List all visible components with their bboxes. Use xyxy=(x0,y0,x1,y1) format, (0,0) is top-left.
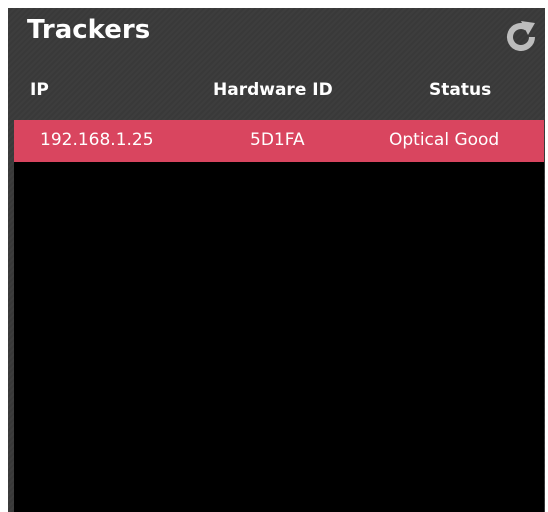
cell-ip: 192.168.1.25 xyxy=(40,130,154,150)
table-header: IP Hardware ID Status xyxy=(8,74,545,104)
column-header-status: Status xyxy=(429,80,492,100)
cell-hardware-id: 5D1FA xyxy=(250,130,305,150)
cell-status: Optical Good xyxy=(389,130,500,150)
refresh-icon xyxy=(501,17,541,57)
panel-title: Trackers xyxy=(27,15,151,45)
trackers-panel: Trackers IP Hardware ID Status 192.168.1… xyxy=(8,8,545,512)
column-header-ip: IP xyxy=(30,80,49,100)
tracker-list[interactable]: 192.168.1.25 5D1FA Optical Good xyxy=(14,120,544,512)
refresh-button[interactable] xyxy=(501,17,541,57)
table-row[interactable]: 192.168.1.25 5D1FA Optical Good xyxy=(14,120,544,162)
panel-header: Trackers xyxy=(8,8,545,60)
column-header-hardware-id: Hardware ID xyxy=(213,80,333,100)
